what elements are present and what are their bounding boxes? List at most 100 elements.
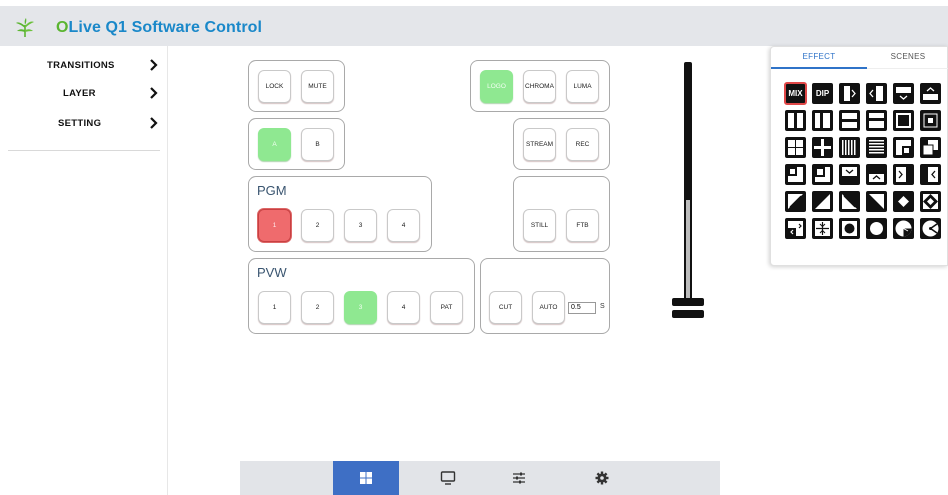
stream-rec-panel: STREAM REC [513, 118, 610, 170]
effect-hblinds-icon[interactable] [866, 137, 887, 158]
tab-effect[interactable]: EFFECT [771, 47, 867, 69]
pvw-label: PVW [257, 265, 287, 280]
sidebar-item-transitions[interactable]: TRANSITIONS [0, 56, 168, 78]
pgm-button-2[interactable]: 2 [301, 209, 334, 242]
tbar-handle[interactable] [672, 298, 704, 318]
effect-diamond-large-icon[interactable] [920, 191, 941, 212]
duration-unit: S [600, 303, 605, 310]
pgm-label: PGM [257, 183, 287, 198]
effect-diag-br-icon[interactable] [812, 191, 833, 212]
nav-settings[interactable] [569, 461, 635, 495]
gear-icon [595, 471, 609, 485]
pgm-button-1[interactable]: 1 [258, 209, 291, 242]
tbar-handle-top [672, 298, 704, 306]
pgm-button-3[interactable]: 3 [344, 209, 377, 242]
effect-vblinds-icon[interactable] [839, 137, 860, 158]
app-title: OLive Q1 Software Control [56, 19, 262, 37]
effect-push-right-icon[interactable] [893, 164, 914, 185]
effect-push-tl-icon[interactable] [785, 164, 806, 185]
nav-monitor[interactable] [415, 461, 481, 495]
effect-slide-br-icon[interactable] [893, 137, 914, 158]
bottom-nav [240, 461, 720, 495]
effect-cross-icon[interactable] [812, 137, 833, 158]
effect-hsplit-icon[interactable] [839, 110, 860, 131]
pvw-button-1[interactable]: 1 [258, 291, 291, 324]
effect-push-up-icon[interactable] [866, 164, 887, 185]
mute-button[interactable]: MUTE [301, 70, 334, 103]
logo-button[interactable]: LOGO [480, 70, 513, 103]
pvw-panel: PVW 1 2 3 4 PAT [248, 258, 475, 334]
effect-wipe-left-icon[interactable] [866, 83, 887, 104]
effect-wipe-down-icon[interactable] [893, 83, 914, 104]
effect-wipe-up-icon[interactable] [920, 83, 941, 104]
pgm-button-4[interactable]: 4 [387, 209, 420, 242]
effect-dip[interactable]: DIP [812, 83, 833, 104]
effect-diag-tr-icon[interactable] [839, 191, 860, 212]
pvw-button-2[interactable]: 2 [301, 291, 334, 324]
effect-quad-icon[interactable] [785, 137, 806, 158]
effect-hbar-icon[interactable] [866, 110, 887, 131]
effect-push-left-icon[interactable] [920, 164, 941, 185]
b-button[interactable]: B [301, 128, 334, 161]
chevron-right-icon [150, 59, 158, 71]
effect-wipe-right-icon[interactable] [839, 83, 860, 104]
effect-circle-in-icon[interactable] [839, 218, 860, 239]
auto-button[interactable]: AUTO [532, 291, 565, 324]
effect-clock-wipe-icon[interactable] [893, 218, 914, 239]
pvw-button-3[interactable]: 3 [344, 291, 377, 324]
effect-split-arrows-icon[interactable] [785, 218, 806, 239]
tbar-fill [686, 200, 690, 310]
duration-input[interactable]: 0.5 [568, 302, 596, 314]
ab-panel: A B [248, 118, 345, 170]
effect-circle-out-icon[interactable] [866, 218, 887, 239]
effect-radial-wipe-icon[interactable] [920, 218, 941, 239]
cut-button[interactable]: CUT [489, 291, 522, 324]
rec-button[interactable]: REC [566, 128, 599, 161]
still-ftb-panel: STILL FTB [513, 176, 610, 252]
effect-push-bl-icon[interactable] [812, 164, 833, 185]
effect-diag-bl-icon[interactable] [866, 191, 887, 212]
lock-mute-panel: LOCK MUTE [248, 60, 345, 112]
nav-adjust[interactable] [486, 461, 552, 495]
a-button[interactable]: A [258, 128, 291, 161]
monitor-icon [440, 471, 456, 485]
sliders-icon [513, 472, 525, 484]
stream-button[interactable]: STREAM [523, 128, 556, 161]
effect-diamond-icon[interactable] [893, 191, 914, 212]
chevron-right-icon [150, 87, 158, 99]
effect-vsplit-icon[interactable] [785, 110, 806, 131]
effect-slide-tr-icon[interactable] [920, 137, 941, 158]
sidebar-item-label: LAYER [63, 88, 96, 99]
nav-layout[interactable] [333, 461, 399, 495]
transition-panel: CUT AUTO [480, 258, 610, 334]
effect-center-arrows-icon[interactable] [812, 218, 833, 239]
sidebar-item-label: SETTING [58, 118, 102, 129]
effects-panel: EFFECT SCENES MIX DIP [770, 46, 948, 266]
ftb-button[interactable]: FTB [566, 209, 599, 242]
sidebar-item-layer[interactable]: LAYER [0, 84, 168, 106]
sidebar-item-setting[interactable]: SETTING [0, 114, 168, 136]
app-title-text: Live Q1 Software Control [68, 19, 263, 36]
effect-box-in-icon[interactable] [893, 110, 914, 131]
chroma-button[interactable]: CHROMA [523, 70, 556, 103]
pvw-button-pat[interactable]: PAT [430, 291, 463, 324]
pgm-panel: PGM 1 2 3 4 [248, 176, 432, 252]
logo-icon [16, 18, 34, 37]
effect-push-down-icon[interactable] [839, 164, 860, 185]
effect-diag-tl-icon[interactable] [785, 191, 806, 212]
tab-scenes[interactable]: SCENES [867, 47, 948, 69]
sidebar: TRANSITIONS LAYER SETTING [0, 46, 168, 495]
sidebar-divider [8, 150, 160, 151]
app-title-o: O [56, 19, 69, 36]
effect-box-small-icon[interactable] [920, 110, 941, 131]
still-button[interactable]: STILL [523, 209, 556, 242]
pvw-button-4[interactable]: 4 [387, 291, 420, 324]
app-header: OLive Q1 Software Control [0, 6, 948, 46]
tbar-handle-bottom [672, 310, 704, 318]
luma-button[interactable]: LUMA [566, 70, 599, 103]
sidebar-item-label: TRANSITIONS [47, 60, 115, 71]
effect-mix[interactable]: MIX [784, 82, 807, 105]
lock-button[interactable]: LOCK [258, 70, 291, 103]
keyer-panel: LOGO CHROMA LUMA [470, 60, 610, 112]
effect-vbar-icon[interactable] [812, 110, 833, 131]
